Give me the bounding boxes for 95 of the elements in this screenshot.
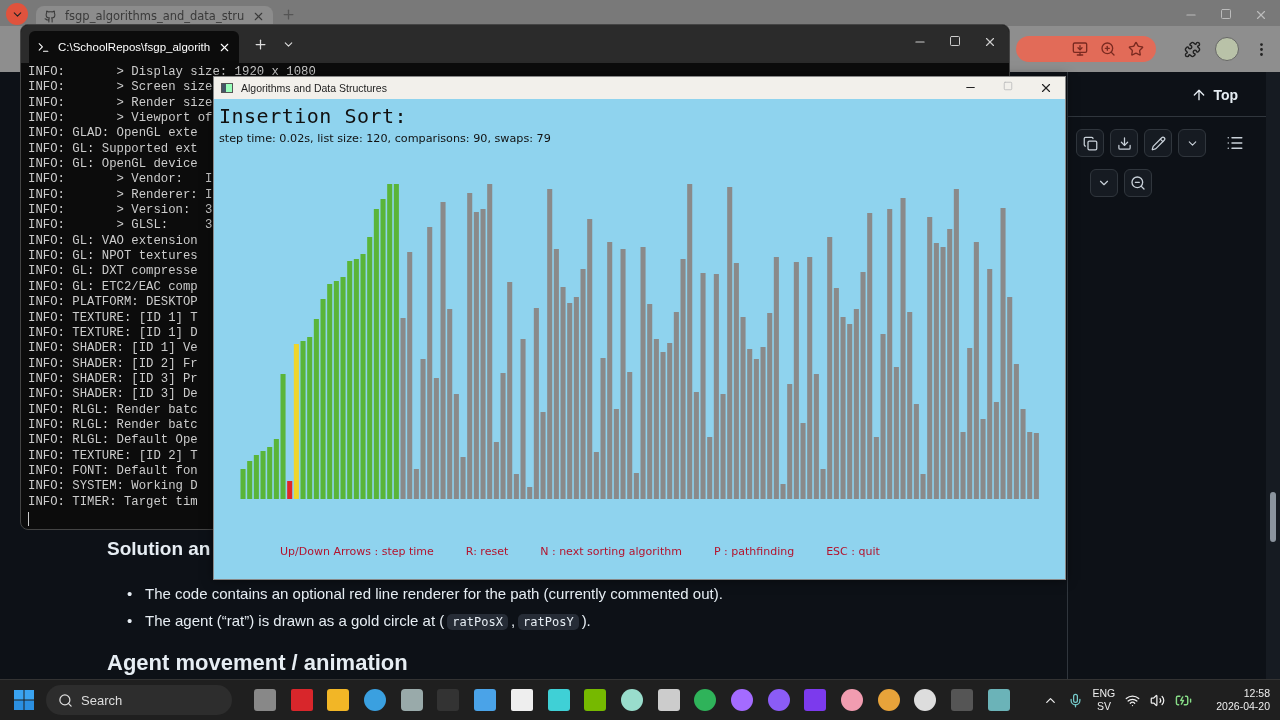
browser-menu-button[interactable]: [6, 3, 28, 25]
log-line: INFO: GLAD: OpenGL exte: [28, 126, 198, 142]
start-icon[interactable]: [14, 690, 34, 710]
log-line: INFO: PLATFORM: DESKTOP: [28, 295, 198, 311]
key-hint: N : next sorting algorithm: [540, 545, 682, 558]
section-heading: Agent movement / animation: [107, 650, 408, 676]
log-line: INFO: SHADER: [ID 3] De: [28, 387, 198, 403]
log-line: INFO: RLGL: Render batc: [28, 417, 198, 434]
zoom-out-icon: [1130, 175, 1146, 191]
log-line: INFO: > Screen size: [28, 80, 213, 96]
scrollbar[interactable]: [1266, 72, 1280, 679]
log-line: INFO: TEXTURE: [ID 1] T: [28, 310, 198, 326]
taskbar-app-icon[interactable]: [914, 689, 937, 711]
log-line: INFO: > Vendor: I: [28, 172, 213, 188]
key-hint: P : pathfinding: [713, 545, 795, 558]
address-bar[interactable]: [1016, 36, 1156, 62]
download-button[interactable]: [1110, 129, 1138, 157]
taskbar-app-icon[interactable]: [584, 689, 607, 711]
taskbar-app-icon[interactable]: [400, 689, 423, 711]
wifi-icon[interactable]: [1125, 692, 1141, 708]
bookmark-star-icon[interactable]: [1128, 41, 1144, 57]
log-line: INFO: > Render size: [28, 95, 213, 112]
install-icon[interactable]: [1072, 41, 1088, 57]
taskbar-app-icon[interactable]: [694, 689, 717, 711]
taskbar-app-icon[interactable]: [620, 689, 643, 711]
log-line: INFO: > Renderer: I: [28, 187, 213, 204]
key-hint: R: reset: [465, 545, 509, 558]
log-line: INFO: > Viewport of: [28, 111, 213, 127]
log-line: INFO: SHADER: [ID 1] Ve: [28, 341, 198, 357]
log-line: INFO: RLGL: Default Ope: [28, 433, 198, 449]
stats-text: step time: 0.02s, list size: 120, comparisons: 90, swaps: 79: [219, 132, 552, 145]
log-line: INFO: > Version: 3: [28, 203, 213, 219]
taskbar-app-icon[interactable]: [474, 689, 497, 711]
log-line: INFO: GL: OpenGL device: [28, 157, 198, 173]
bullet-text: The agent (“rat”) is drawn as a gold circle at ( ratPosX , ratPosY ).: [145, 610, 591, 632]
algorithm-title: Insertion Sort:: [219, 104, 409, 128]
taskbar-app-icon[interactable]: [327, 689, 350, 711]
bullet-point: •: [127, 612, 134, 629]
taskbar-app-icon[interactable]: [657, 689, 680, 711]
log-line: INFO: SYSTEM: Working D: [28, 479, 198, 495]
log-line: INFO: TEXTURE: [ID 2] T: [28, 448, 198, 464]
log-line: INFO: GL: NPOT textures: [28, 249, 198, 265]
close-icon[interactable]: [1039, 81, 1053, 95]
window-icon: [221, 83, 233, 93]
edit-button[interactable]: [1144, 129, 1172, 157]
list-icon[interactable]: [1226, 134, 1244, 152]
section-heading: Solution an: [107, 538, 211, 560]
bullet-text: The code contains an optional red line renderer for the path (currently commented out).: [145, 583, 723, 604]
taskbar-app-icon[interactable]: [510, 689, 533, 711]
profile-avatar[interactable]: [1215, 37, 1239, 61]
zoom-icon[interactable]: [1100, 41, 1116, 57]
volume-icon[interactable]: [1150, 692, 1166, 708]
log-line: INFO: > Display size: 1920 x 1080: [28, 65, 316, 81]
text-cursor: [28, 511, 29, 526]
log-line: INFO: SHADER: [ID 2] Fr: [28, 356, 198, 372]
language-text[interactable]: ENG: [1092, 687, 1116, 700]
clock-date[interactable]: 2026-04-20: [1216, 700, 1270, 713]
log-line: INFO: TIMER: Target tim: [28, 494, 198, 510]
log-line: INFO: GL: VAO extension: [28, 233, 198, 250]
clock-time[interactable]: 12:58: [1243, 687, 1270, 700]
taskbar-app-icon[interactable]: [877, 689, 900, 711]
download-icon: [1116, 135, 1132, 151]
copy-icon: [1082, 135, 1098, 151]
taskbar-app-icon[interactable]: [364, 689, 387, 711]
github-icon: [44, 9, 57, 23]
window-title: Algorithms and Data Structures: [241, 82, 388, 94]
search-field[interactable]: Search: [46, 685, 232, 715]
extensions-icon[interactable]: [1184, 40, 1201, 58]
browser-tab[interactable]: fsgp_algorithms_and_data_stru: [36, 6, 274, 26]
microphone-icon[interactable]: [1067, 692, 1083, 708]
close-icon[interactable]: [983, 35, 997, 49]
terminal-tab[interactable]: C:\SchoolRepos\fsgp_algorith: [29, 31, 240, 63]
top-button[interactable]: Top: [1185, 86, 1244, 104]
log-line: INFO: SHADER: [ID 3] Pr: [28, 371, 198, 388]
key-hint: ESC : quit: [826, 545, 880, 558]
log-line: INFO: TEXTURE: [ID 1] D: [28, 325, 198, 342]
taskbar-app-icon[interactable]: [841, 689, 863, 711]
keyboard-layout-text[interactable]: SV: [1096, 700, 1111, 713]
terminal-icon: [37, 40, 50, 54]
zoom-out-button[interactable]: [1124, 169, 1152, 197]
key-hint: Up/Down Arrows : step time: [280, 545, 434, 558]
log-line: INFO: GL: DXT compresse: [28, 264, 198, 280]
pencil-icon: [1150, 135, 1166, 151]
bullet-point: •: [127, 585, 134, 602]
log-line: INFO: GL: ETC2/EAC comp: [28, 279, 198, 296]
taskbar-app-icon[interactable]: [547, 689, 570, 711]
copy-button[interactable]: [1076, 129, 1104, 157]
new-tab-icon[interactable]: [253, 36, 269, 52]
log-line: INFO: GL: Supported ext: [28, 141, 198, 158]
maximize-icon[interactable]: [949, 35, 961, 47]
search-icon: [58, 692, 73, 708]
taskbar-app-icon[interactable]: [987, 689, 1010, 711]
log-line: INFO: RLGL: Render batc: [28, 402, 198, 418]
log-line: INFO: FONT: Default fon: [28, 463, 198, 480]
log-line: INFO: > GLSL: 3: [28, 218, 213, 234]
